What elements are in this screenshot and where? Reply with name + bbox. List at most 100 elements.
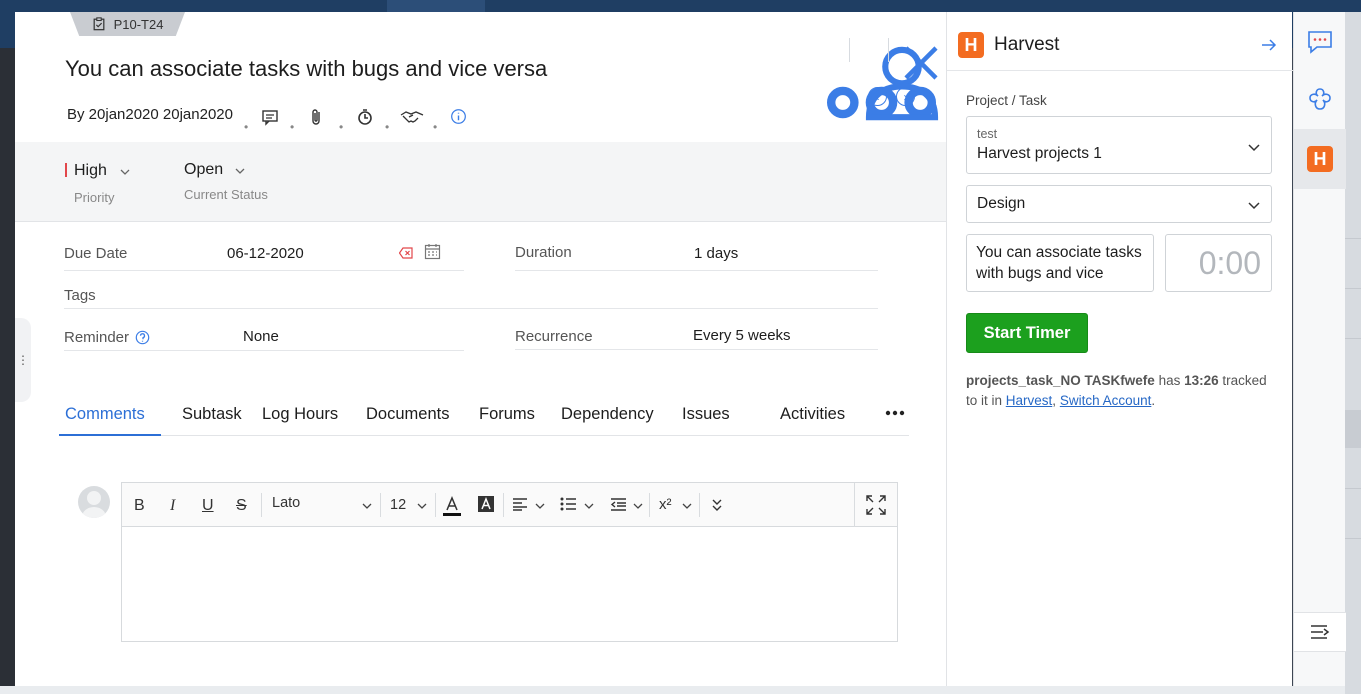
toolbar-divider [261,493,262,517]
more-formatting-icon[interactable] [711,498,723,512]
task-detail-panel: P10-T24 You can associate tasks with bug… [15,12,946,686]
background-footer [0,686,1361,694]
arrow-right-icon[interactable] [1260,36,1278,54]
task-value: Design [977,195,1026,212]
duration-value[interactable]: 1 days [694,245,738,262]
separator-dot: • [244,120,249,134]
harvest-header-divider [947,70,1293,71]
start-timer-button[interactable]: Start Timer [966,313,1088,353]
chevron-down-icon[interactable] [119,166,131,178]
strikethrough-button[interactable]: S [236,497,247,515]
align-left-icon[interactable] [512,497,528,511]
separator-dot: • [385,120,390,134]
status-value[interactable]: Open [184,161,223,179]
tab-log-hours[interactable]: Log Hours [262,405,338,424]
next-task-button[interactable]: › [896,87,915,106]
tab-comments[interactable]: Comments [65,405,145,424]
chevron-down-icon[interactable] [234,165,246,177]
chevron-down-icon[interactable] [633,502,643,510]
panel-resize-handle[interactable]: ⋮ [15,318,31,402]
tracked-info: projects_task_NO TASKfwefe has 13:26 tra… [966,371,1272,411]
more-tabs-icon[interactable] [885,410,905,416]
chevron-down-icon [1248,144,1260,152]
superscript-button[interactable]: x² [659,496,672,513]
field-divider [64,270,464,271]
bold-button[interactable]: B [134,497,145,515]
toolbar-divider [380,493,381,517]
separator-dot: • [290,120,295,134]
help-icon[interactable] [135,330,150,345]
task-id-tab[interactable]: P10-T24 [70,12,185,36]
status-bar: High Priority Open Current Status [15,142,946,222]
notes-input[interactable]: You can associate tasks with bugs and vi… [966,234,1154,292]
comment-editor[interactable]: B I U S Lato 12 x² [121,482,898,642]
background-sidebar [0,48,15,694]
background-list [1345,12,1361,694]
tab-dependency[interactable]: Dependency [561,405,654,424]
background-row-divider [1345,538,1361,539]
tracked-period: . [1151,393,1156,408]
calendar-icon[interactable] [424,243,441,260]
drag-handle-icon: ⋮ [17,353,29,367]
tracked-user: projects_task_NO TASKfwefe [966,373,1155,388]
chevron-down-icon[interactable] [682,502,692,510]
priority-value[interactable]: High [74,162,107,180]
clear-date-icon[interactable] [399,247,413,259]
background-row-divider [1345,488,1361,489]
background-row-divider [1345,338,1361,339]
harvest-integration-button[interactable]: H [1294,129,1346,189]
task-select[interactable]: Design [966,185,1272,223]
chevron-down-icon[interactable] [584,502,594,510]
font-family-select[interactable]: Lato [272,495,300,511]
clover-icon [1309,88,1331,110]
font-size-select[interactable]: 12 [390,497,406,513]
toolbar-divider [435,493,436,517]
comment-icon[interactable] [261,108,279,126]
chevron-down-icon [1248,202,1260,210]
handshake-icon[interactable] [400,108,424,126]
tab-forums[interactable]: Forums [479,405,535,424]
timer-icon[interactable] [356,108,374,126]
reminder-label: Reminder [64,329,130,346]
underline-button[interactable]: U [202,497,214,515]
bulleted-list-icon[interactable] [560,497,577,511]
expand-icon [866,495,886,515]
project-select[interactable]: test Harvest projects 1 [966,116,1272,174]
chevron-down-icon[interactable] [535,502,545,510]
menu-collapse-icon [1311,625,1330,639]
clipboard-icon [93,17,104,31]
previous-task-button[interactable]: ‹ [868,87,887,106]
priority-label: Priority [74,190,115,205]
close-icon[interactable] [896,38,946,88]
fullscreen-button[interactable] [854,483,897,527]
duration-input[interactable]: 0:00 [1165,234,1272,292]
chevron-down-icon[interactable] [362,502,372,510]
field-divider [515,349,878,350]
highlight-color-icon[interactable] [477,495,495,513]
tab-documents[interactable]: Documents [366,405,449,424]
recurrence-value[interactable]: Every 5 weeks [693,327,791,344]
info-icon[interactable] [450,108,467,125]
due-date-value[interactable]: 06-12-2020 [227,245,304,262]
harvest-link[interactable]: Harvest [1006,393,1053,408]
italic-button[interactable]: I [170,497,175,515]
task-byline: By 20jan2020 20jan2020 [67,106,233,123]
integration-flower-button[interactable] [1294,69,1346,129]
active-tab-indicator [59,434,161,436]
tab-subtask[interactable]: Subtask [182,405,242,424]
switch-account-link[interactable]: Switch Account [1060,393,1152,408]
reminder-value[interactable]: None [243,328,279,345]
tab-issues[interactable]: Issues [682,405,730,424]
attachment-icon[interactable] [308,108,326,126]
tags-label: Tags [64,287,96,304]
tab-activities[interactable]: Activities [780,405,845,424]
collapse-rail-button[interactable] [1294,612,1346,652]
harvest-title: Harvest [994,34,1060,55]
avatar [78,486,110,518]
task-title[interactable]: You can associate tasks with bugs and vi… [65,56,547,82]
chat-integration-button[interactable] [1294,12,1346,72]
chevron-down-icon[interactable] [417,502,427,510]
indent-icon[interactable] [610,497,627,511]
text-color-icon[interactable] [442,495,462,517]
background-row-divider [1345,238,1361,239]
